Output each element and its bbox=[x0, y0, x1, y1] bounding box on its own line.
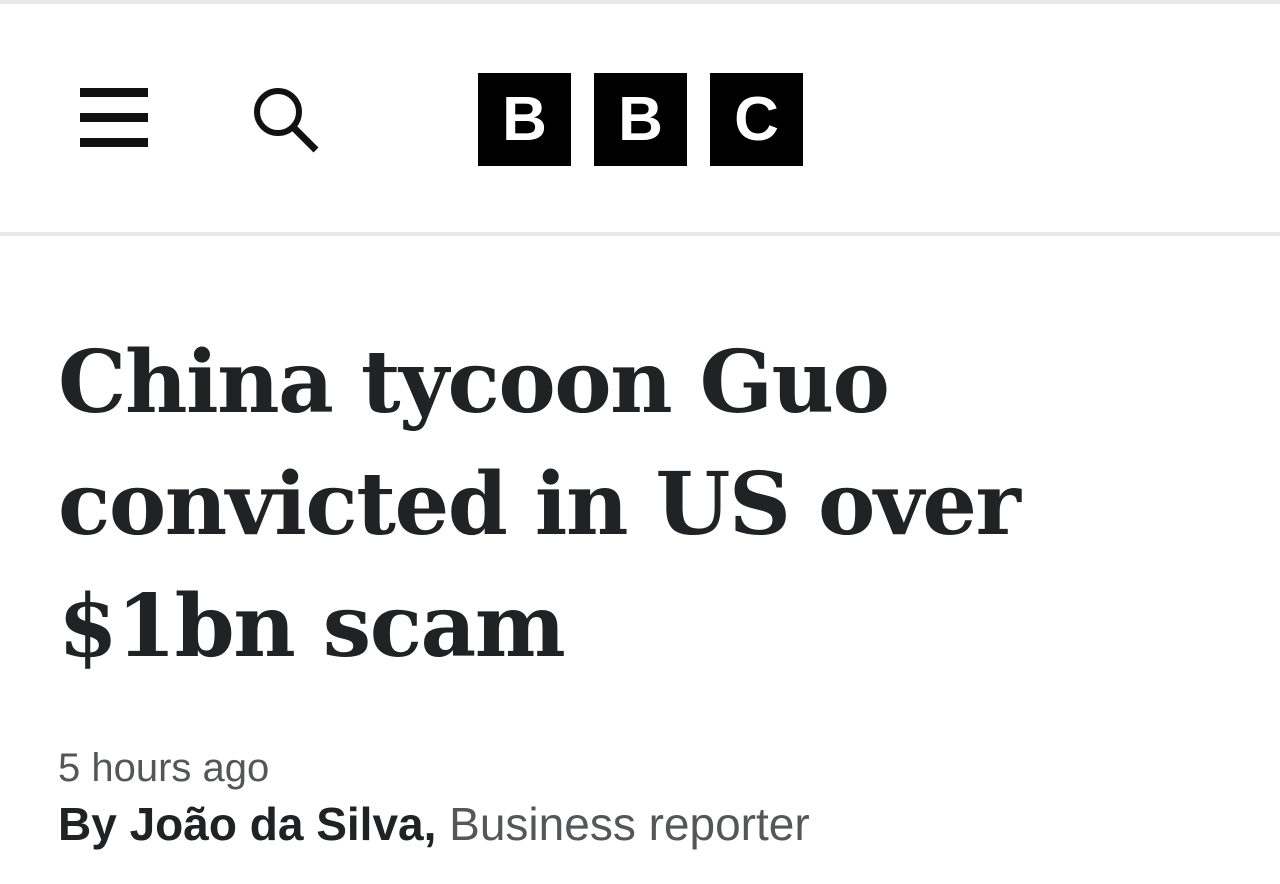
article-timestamp: 5 hours ago bbox=[58, 746, 270, 790]
byline-prefix: By bbox=[58, 798, 117, 850]
menu-button[interactable] bbox=[80, 84, 148, 152]
hamburger-menu-icon bbox=[80, 88, 148, 147]
search-icon bbox=[254, 88, 319, 153]
logo-letter: B bbox=[594, 73, 687, 166]
author-name-text: João da Silva bbox=[129, 798, 424, 850]
search-button[interactable] bbox=[250, 86, 320, 156]
author-name: João da Silva, bbox=[129, 798, 437, 850]
article-headline: China tycoon Guo convicted in US over $1… bbox=[58, 332, 1021, 677]
bbc-logo[interactable]: B B C bbox=[478, 73, 803, 166]
author-role: Business reporter bbox=[449, 798, 810, 850]
site-header: B B C bbox=[0, 4, 1280, 232]
header-divider bbox=[0, 232, 1280, 236]
logo-letter: B bbox=[478, 73, 571, 166]
logo-letter: C bbox=[710, 73, 803, 166]
article-byline: By João da Silva, Business reporter bbox=[58, 796, 810, 852]
